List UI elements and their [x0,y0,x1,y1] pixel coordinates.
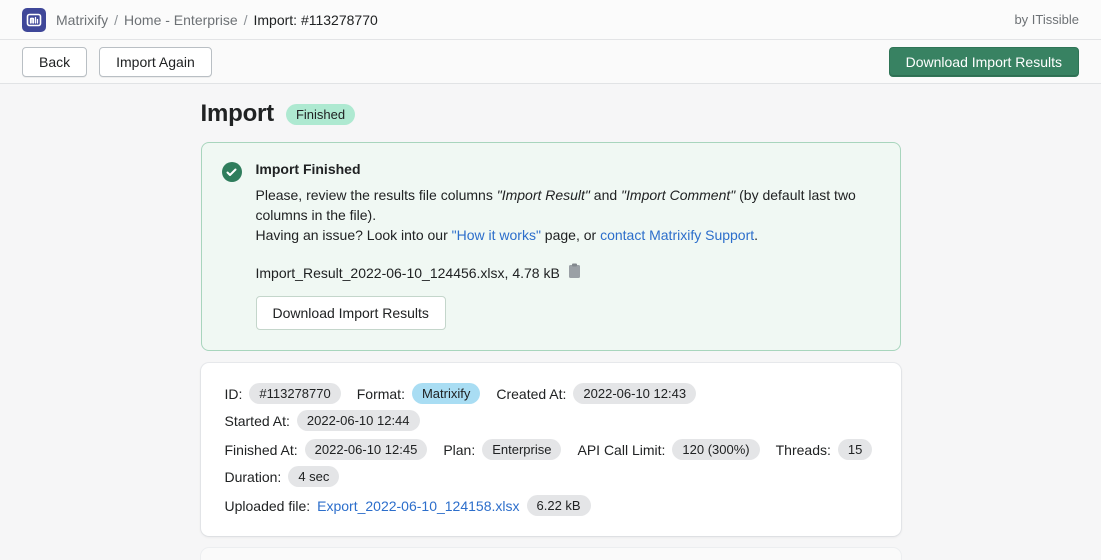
page-title: Import [200,100,275,127]
file-size-badge: 6.22 kB [526,495,591,516]
page-header: Import Finished [201,100,901,128]
banner-text: Having an issue? Look into our [255,227,452,243]
field-label: Format: [356,385,405,402]
field-plan: Plan: Enterprise [443,439,562,460]
field-threads: Threads: 15 [776,439,873,460]
field-started-at: Started At: 2022-06-10 12:44 [225,410,420,431]
breadcrumb-separator: / [243,11,248,28]
matrixify-logo-icon[interactable] [22,7,46,32]
breadcrumb: Matrixify / Home - Enterprise / Import: … [56,12,378,28]
banner-text: Please, review the results file columns [255,187,497,203]
breadcrumb-app[interactable]: Matrixify [56,12,108,28]
field-finished-at: Finished At: 2022-06-10 12:45 [225,439,428,460]
how-it-works-link[interactable]: "How it works" [452,227,541,243]
status-badge: Finished [285,103,356,125]
toolbar: Back Import Again Download Import Result… [0,40,1101,84]
field-value-badge: 2022-06-10 12:44 [296,410,420,431]
main-content: Import Finished Import Finished Please, … [200,84,901,560]
field-value-badge: 4 sec [288,466,340,487]
result-file-line: Import_Result_2022-06-10_124456.xlsx, 4.… [256,263,880,282]
banner-text: . [754,227,759,243]
field-value-badge: 15 [837,439,873,460]
uploaded-file-link[interactable]: Export_2022-06-10_124158.xlsx [317,498,519,514]
field-value-badge: #113278770 [249,383,341,404]
field-label: API Call Limit: [577,441,666,458]
download-import-results-button[interactable]: Download Import Results [888,46,1079,77]
banner-text-line2: Having an issue? Look into our "How it w… [256,225,880,245]
import-finished-banner: Import Finished Please, review the resul… [200,142,901,351]
field-created-at: Created At: 2022-06-10 12:43 [496,383,697,404]
details-row-3: Uploaded file: Export_2022-06-10_124158.… [225,495,877,516]
details-row-2: Finished At: 2022-06-10 12:45 Plan: Ente… [225,439,877,487]
banner-title: Import Finished [255,161,361,177]
field-api-call-limit: API Call Limit: 120 (300%) [577,439,760,460]
field-value-badge: Enterprise [482,439,562,460]
banner-text: and [589,187,622,203]
field-label: Created At: [496,385,567,402]
breadcrumb-separator: / [114,11,119,28]
contact-support-link[interactable]: contact Matrixify Support [600,227,754,243]
field-label: Finished At: [224,441,298,458]
field-uploaded-file: Uploaded file: Export_2022-06-10_124158.… [225,495,591,516]
banner-text: page, or [540,227,601,243]
field-duration: Duration: 4 sec [225,466,340,487]
byline: by ITissible [1014,12,1079,27]
back-button[interactable]: Back [22,46,88,77]
import-again-button[interactable]: Import Again [99,46,212,77]
banner-download-button[interactable]: Download Import Results [255,296,446,330]
field-label: ID: [224,385,243,402]
topbar: Matrixify / Home - Enterprise / Import: … [0,0,1101,40]
field-value-badge: 120 (300%) [672,439,760,460]
banner-italic-import-result: "Import Result" [496,187,590,203]
breadcrumb-current: Import: #113278770 [253,11,378,28]
field-label: Uploaded file: [224,497,311,514]
banner-italic-import-comment: "Import Comment" [621,187,736,203]
field-value-badge: 2022-06-10 12:45 [304,439,428,460]
field-id: ID: #113278770 [225,383,341,404]
success-check-icon [221,162,242,182]
field-value-badge: 2022-06-10 12:43 [573,383,697,404]
banner-text-line1: Please, review the results file columns … [256,185,880,225]
details-row-1: ID: #113278770 Format: Matrixify Created… [225,383,877,431]
sheets-card: Sheets Products Updated: 10 Total: 10 Du… [200,548,901,560]
field-label: Started At: [224,412,290,429]
field-label: Threads: [775,441,831,458]
field-label: Duration: [224,468,282,485]
field-format: Format: Matrixify [357,383,481,404]
field-value-badge: Matrixify [411,383,481,404]
clipboard-icon[interactable] [568,263,581,282]
import-details-card: ID: #113278770 Format: Matrixify Created… [200,363,901,536]
breadcrumb-section[interactable]: Home - Enterprise [124,12,238,28]
field-label: Plan: [443,441,476,458]
result-file-name: Import_Result_2022-06-10_124456.xlsx, 4.… [255,264,560,281]
